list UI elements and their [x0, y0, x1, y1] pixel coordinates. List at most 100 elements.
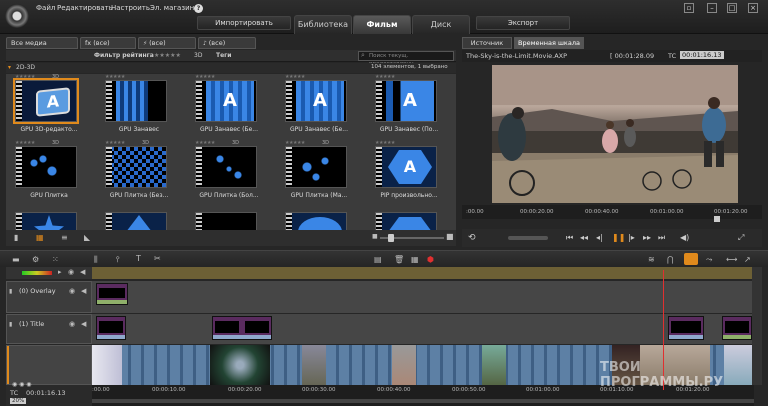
- timeline-menu-icon[interactable]: ▬: [12, 255, 20, 264]
- library-item[interactable]: [96, 206, 182, 230]
- snap-icon[interactable]: ⫯: [116, 255, 119, 265]
- window-close-icon[interactable]: ×: [748, 3, 758, 13]
- fullscreen-icon[interactable]: ⤢: [738, 233, 744, 243]
- trash-icon[interactable]: 🗑: [394, 255, 404, 264]
- eye-icon[interactable]: ◉: [69, 320, 75, 328]
- lib-tab-transitions[interactable]: ⚡ (все): [138, 37, 196, 49]
- menu-setup[interactable]: Настроить: [111, 4, 150, 12]
- smart-editing-toggle[interactable]: [684, 253, 698, 265]
- curve-icon[interactable]: ↗: [744, 255, 751, 264]
- zoom-level[interactable]: 20%: [10, 398, 27, 404]
- video-preview[interactable]: [492, 65, 738, 203]
- grid-view-icon[interactable]: ▦: [36, 233, 44, 242]
- import-button[interactable]: Импортировать: [197, 16, 291, 30]
- library-item[interactable]: ★★★★★ A GPU Занавес (По...: [366, 74, 452, 140]
- library-item[interactable]: ★★★★★ 3D GPU Плитка: [6, 140, 92, 206]
- video-clip[interactable]: [392, 345, 416, 385]
- timeline-ruler[interactable]: [92, 267, 754, 279]
- lib-tab-audio[interactable]: ♪ (все): [198, 37, 256, 49]
- go-to-start-icon[interactable]: ⏮: [566, 233, 573, 243]
- library-item[interactable]: ★★★★★ A GPU Занавес (Бе...: [276, 74, 362, 140]
- window-restore-icon[interactable]: ▫: [684, 3, 694, 13]
- shuttle-slider[interactable]: [508, 236, 548, 240]
- player-timecode[interactable]: 00:01:16.13: [680, 51, 724, 59]
- library-item[interactable]: [366, 206, 452, 230]
- slider-handle[interactable]: [388, 234, 394, 242]
- lib-tab-all-media[interactable]: Все медиа: [6, 37, 78, 49]
- track-lane-title[interactable]: [92, 314, 752, 344]
- audio-wave-icon[interactable]: ≋: [648, 255, 655, 264]
- library-item[interactable]: [6, 206, 92, 230]
- go-to-end-icon[interactable]: ⏭: [658, 233, 665, 243]
- tab-library[interactable]: Библиотека: [294, 15, 352, 34]
- timeline-clip[interactable]: [96, 283, 128, 305]
- player-ruler[interactable]: :00.00 00:00:20.00 00:00:40.00 00:01:00.…: [462, 205, 762, 222]
- audio-mixer-icon[interactable]: ⫼: [94, 255, 98, 265]
- tab-timeline[interactable]: Временная шкала: [514, 37, 584, 49]
- tags-label[interactable]: Теги: [216, 52, 232, 59]
- keyframe-icon[interactable]: ⤳: [706, 255, 712, 265]
- track-lock-icon[interactable]: ▮: [9, 321, 12, 328]
- frame-forward-icon[interactable]: |▸: [628, 233, 635, 242]
- timeline-clip[interactable]: [212, 316, 272, 340]
- menu-edit[interactable]: Редактировать: [57, 4, 113, 12]
- list-view-icon[interactable]: ≡: [61, 233, 68, 242]
- library-item[interactable]: ★★★★★ A PIP произвольно...: [366, 140, 452, 206]
- window-maximize-icon[interactable]: □: [727, 3, 737, 13]
- library-item[interactable]: ★★★★★ 3D A GPU 3D-редакто...: [6, 74, 92, 140]
- video-clip[interactable]: [302, 345, 326, 385]
- film-icon[interactable]: ▦: [411, 255, 419, 264]
- scissors-icon[interactable]: ✂: [154, 254, 161, 263]
- zoom-out-icon[interactable]: ■: [372, 233, 378, 240]
- export-button[interactable]: Экспорт: [476, 16, 570, 30]
- tab-source[interactable]: Источник: [462, 37, 512, 49]
- speaker-icon[interactable]: ◀: [80, 268, 85, 276]
- rating-filter-stars[interactable]: ★★★★★: [154, 52, 181, 59]
- frame-back-icon[interactable]: ◂|: [596, 233, 603, 242]
- window-minimize-icon[interactable]: –: [707, 3, 717, 13]
- play-track-icon[interactable]: ▸: [58, 268, 62, 276]
- track-lane-overlay[interactable]: [92, 281, 752, 313]
- tag-icon[interactable]: ◣: [84, 233, 90, 242]
- library-item[interactable]: ★★★★★ A GPU Занавес (Бе...: [186, 74, 272, 140]
- track-header-overlay[interactable]: ▮ (0) Overlay ◉ ◀: [6, 281, 92, 313]
- video-clip[interactable]: [482, 345, 506, 385]
- library-item[interactable]: ★★★★★ 3D GPU Плитка (Без...: [96, 140, 182, 206]
- track-options-icon[interactable]: ⁙: [52, 255, 59, 264]
- track-header-title[interactable]: ▮ (1) Title ◉ ◀: [6, 314, 92, 344]
- marker-icon[interactable]: ⬢: [427, 255, 434, 264]
- gear-icon[interactable]: ⚙: [32, 255, 39, 264]
- eye-icon[interactable]: ◉: [68, 268, 74, 276]
- library-item[interactable]: ★★★★★ 3D GPU Плитка (Ма...: [276, 140, 362, 206]
- speaker-icon[interactable]: ◀: [81, 287, 86, 295]
- menu-eshop[interactable]: Эл. магазин: [150, 4, 194, 12]
- scrubber-handle[interactable]: [714, 216, 720, 222]
- magnet-icon[interactable]: ⋂: [667, 255, 674, 264]
- tab-movie[interactable]: Фильм: [353, 15, 411, 34]
- video-clip[interactable]: [210, 345, 270, 385]
- speaker-icon[interactable]: ◀: [81, 320, 86, 328]
- library-item[interactable]: [276, 206, 362, 230]
- collapse-arrow-icon[interactable]: ▾: [8, 64, 11, 71]
- loop-icon[interactable]: ⟲: [468, 233, 476, 243]
- step-back-icon[interactable]: ◂◂: [580, 233, 588, 242]
- help-icon[interactable]: ?: [194, 4, 203, 13]
- dynamic-length-icon[interactable]: ⟷: [726, 255, 737, 264]
- timeline-horizontal-scrollbar[interactable]: [92, 399, 754, 403]
- timeline-timecode[interactable]: 00:01:16.13: [26, 389, 66, 397]
- timeline-clip[interactable]: [96, 316, 126, 340]
- filter-3d-toggle[interactable]: 3D: [194, 52, 202, 59]
- library-item[interactable]: ★★★★★ 3D GPU Плитка (Бол...: [186, 140, 272, 206]
- timeline-clip[interactable]: [722, 316, 752, 340]
- video-clip[interactable]: [92, 345, 122, 385]
- storyboard-icon[interactable]: ▤: [374, 255, 382, 264]
- track-lock-icon[interactable]: ▮: [9, 288, 12, 295]
- volume-icon[interactable]: ◀): [680, 233, 689, 242]
- library-item[interactable]: [186, 206, 272, 230]
- track-header-video[interactable]: [6, 345, 92, 385]
- library-item[interactable]: ★★★★★ GPU Занавес: [96, 74, 182, 140]
- step-forward-icon[interactable]: ▸▸: [643, 233, 651, 242]
- eye-icon[interactable]: ◉: [69, 287, 75, 295]
- timeline-clip[interactable]: [668, 316, 704, 340]
- title-tool-icon[interactable]: T: [136, 254, 141, 263]
